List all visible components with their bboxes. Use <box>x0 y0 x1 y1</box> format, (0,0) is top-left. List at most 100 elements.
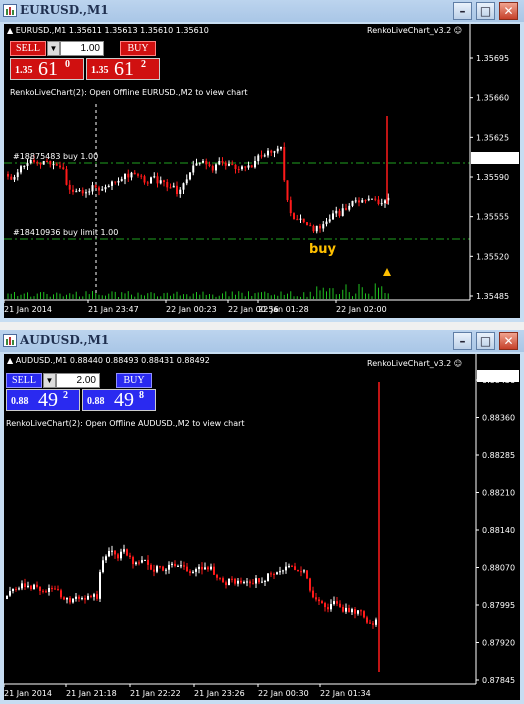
sell-button[interactable]: SELL <box>10 41 46 56</box>
candle-body <box>279 571 281 573</box>
window-title: EURUSD.,M1 <box>20 3 109 17</box>
candle-body <box>330 604 332 610</box>
candle-body <box>137 174 139 176</box>
close-icon: ✕ <box>503 4 514 18</box>
current-price-label: 0.88492 <box>482 372 515 381</box>
candle-body <box>375 619 377 625</box>
candle-body <box>93 594 95 597</box>
candle-body <box>192 571 194 573</box>
chevron-down-icon: ▼ <box>45 376 54 385</box>
candle-body <box>237 580 239 584</box>
candle-body <box>23 165 26 167</box>
candle-body <box>351 200 354 206</box>
candle-body <box>120 551 122 559</box>
maximize-button[interactable]: □ <box>476 332 495 350</box>
order-label-1[interactable]: #18875483 buy 1.00 <box>13 152 98 161</box>
buy-button[interactable]: BUY <box>116 373 152 388</box>
minimize-icon: – <box>459 334 466 348</box>
buy-button[interactable]: BUY <box>120 41 156 56</box>
collapse-arrow-icon[interactable]: ▲ <box>7 26 13 35</box>
candle-body <box>7 174 9 177</box>
candle-body <box>255 578 257 584</box>
candle-body <box>283 146 286 181</box>
candle-body <box>84 598 86 600</box>
buy-arrow-icon <box>383 268 391 276</box>
lot-size-input[interactable]: 2.00 <box>56 373 100 388</box>
title-bar[interactable]: EURUSD.,M1 – □ ✕ <box>0 0 524 22</box>
candle-body <box>185 179 188 184</box>
candle-body <box>174 563 176 567</box>
candle-body <box>302 218 305 223</box>
bid-price-box[interactable]: 1.35 61 0 <box>10 58 84 80</box>
candle-body <box>54 588 56 590</box>
candle-body <box>249 581 251 584</box>
candle-body <box>273 574 275 576</box>
candle-body <box>303 570 305 572</box>
candle-body <box>69 597 71 603</box>
lot-dropdown-button[interactable]: ▼ <box>43 373 56 388</box>
candle-body <box>204 567 206 570</box>
candle-body <box>363 611 365 618</box>
candle-body <box>124 173 126 180</box>
candle-body <box>153 569 155 572</box>
close-button[interactable]: ✕ <box>499 332 518 350</box>
maximize-button[interactable]: □ <box>476 2 495 20</box>
price-tick-label: 1.35485 <box>476 292 509 301</box>
candle-body <box>367 198 370 201</box>
candle-body <box>291 565 293 567</box>
candle-body <box>104 187 107 190</box>
ask-price-box[interactable]: 1.35 61 2 <box>86 58 160 80</box>
candle-body <box>36 162 39 164</box>
candle-body <box>60 590 62 598</box>
ask-price-box[interactable]: 0.88 49 8 <box>82 389 156 411</box>
minimize-button[interactable]: – <box>453 332 472 350</box>
candle-body <box>351 609 353 613</box>
candle-body <box>156 176 159 184</box>
candle-body <box>180 565 182 567</box>
candle-body <box>231 578 233 580</box>
candle-body <box>270 573 272 575</box>
bid-price-box[interactable]: 0.88 49 2 <box>6 389 80 411</box>
candle-body <box>205 160 208 165</box>
order-label-2[interactable]: #18410936 buy limit 1.00 <box>13 228 118 237</box>
maximize-icon: □ <box>479 4 492 18</box>
candle-body <box>234 164 237 170</box>
lot-size-input[interactable]: 1.00 <box>60 41 104 56</box>
time-tick-label: 21 Jan 21:18 <box>66 689 117 698</box>
candle-body <box>52 164 55 166</box>
indicator-label: RenkoLiveChart_v3.2 ☺ <box>367 359 463 368</box>
close-button[interactable]: ✕ <box>499 2 518 20</box>
candle-body <box>24 583 26 587</box>
chart-area[interactable]: 1.35695 1.35660 1.35625 1.35590 1.35555 1.355… <box>4 24 520 318</box>
candle-body <box>101 189 104 191</box>
candle-body <box>231 163 234 165</box>
chart-window-icon <box>3 334 17 347</box>
candle-body <box>328 219 331 222</box>
sell-button[interactable]: SELL <box>6 373 42 388</box>
candle-body <box>78 190 81 192</box>
candle-body <box>171 563 173 565</box>
candle-body <box>138 562 140 564</box>
candle-body <box>159 566 161 568</box>
candle-body <box>78 596 80 599</box>
candle-body <box>260 155 263 157</box>
candle-body <box>45 591 47 593</box>
minimize-button[interactable]: – <box>453 2 472 20</box>
title-bar[interactable]: AUDUSD.,M1 – □ ✕ <box>0 330 524 352</box>
candle-body <box>208 164 211 166</box>
candle-body <box>107 185 110 188</box>
collapse-arrow-icon[interactable]: ▲ <box>7 356 13 365</box>
candle-body <box>186 566 188 572</box>
candle-body <box>88 191 91 193</box>
candle-body <box>10 176 13 180</box>
time-tick-label: 22 Jan 00:23 <box>166 305 217 314</box>
price-tick-label: 1.35590 <box>476 173 509 182</box>
eurusd-chart-window[interactable]: EURUSD.,M1 – □ ✕ 1.35695 1.35660 1.35625 1.… <box>0 0 524 322</box>
candle-body <box>264 580 266 582</box>
candle-body <box>49 161 52 165</box>
audusd-chart-window[interactable]: AUDUSD.,M1 – □ ✕ 0.884360.883600.882850.… <box>0 330 524 704</box>
chart-area[interactable]: 0.884360.883600.882850.882100.881400.880… <box>4 354 520 700</box>
candle-body <box>85 192 87 194</box>
candle-body <box>342 606 344 612</box>
lot-dropdown-button[interactable]: ▼ <box>47 41 60 56</box>
